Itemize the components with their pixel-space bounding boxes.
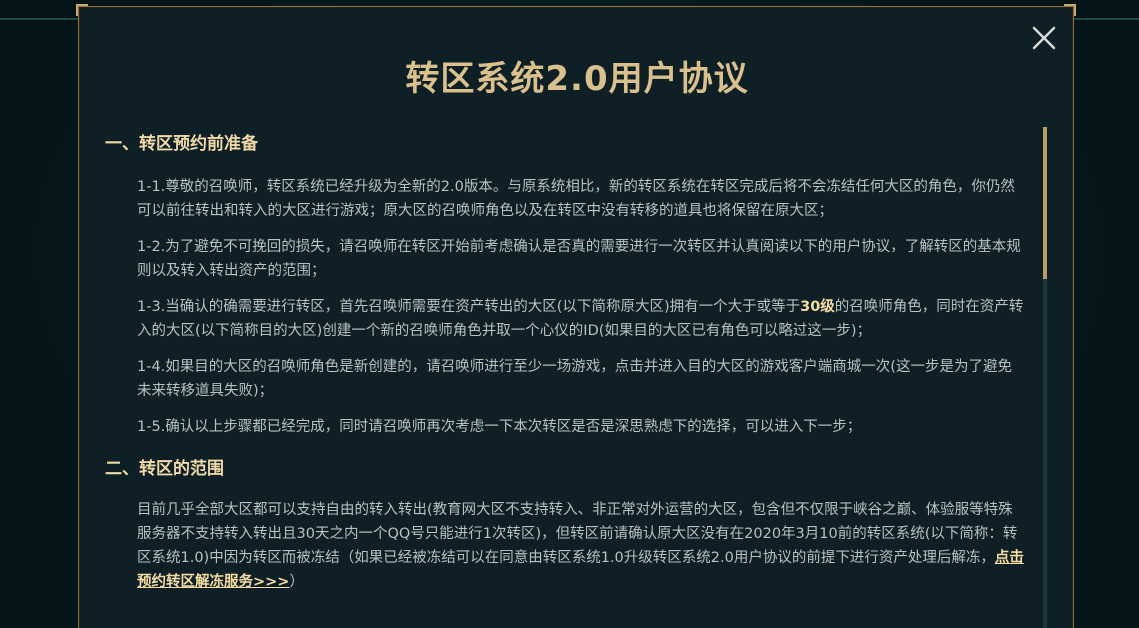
agreement-content[interactable]: 一、转区预约前准备 1-1.尊敬的召唤师，转区系统已经升级为全新的2.0版本。与… — [105, 129, 1025, 628]
paragraph-1-3: 1-3.当确认的确需要进行转区，首先召唤师需要在资产转出的大区(以下简称原大区)… — [105, 295, 1025, 343]
scrollbar-thumb[interactable] — [1043, 127, 1047, 279]
paragraph-1-1: 1-1.尊敬的召唤师，转区系统已经升级为全新的2.0版本。与原系统相比，新的转区… — [137, 179, 1015, 219]
paragraph-1-5: 1-5.确认以上步骤都已经完成，同时请召唤师再次考虑一下本次转区是否是深思熟虑下… — [137, 419, 862, 435]
corner-ornament-left — [76, 4, 88, 16]
paragraph-1-4: 1-4.如果目的大区的召唤师角色是新创建的，请召唤师进行至少一场游戏，点击并进入… — [137, 359, 1012, 399]
corner-ornament-right — [1064, 4, 1076, 16]
agreement-dialog: 转区系统2.0用户协议 一、转区预约前准备 1-1.尊敬的召唤师，转区系统已经升… — [76, 4, 1076, 628]
section-heading-preparation: 一、转区预约前准备 — [105, 134, 258, 154]
section-heading-scope: 二、转区的范围 — [105, 459, 224, 479]
level-requirement-highlight: 30级 — [800, 299, 835, 315]
paragraph-scope: 目前几乎全部大区都可以支持自由的转入转出(教育网大区不支持转入、非正常对外运营的… — [105, 498, 1025, 594]
paragraph-scope-text-after: ） — [289, 574, 304, 590]
paragraph-1-3-text-before: 1-3.当确认的确需要进行转区，首先召唤师需要在资产转出的大区(以下简称原大区)… — [137, 299, 801, 315]
paragraph-scope-text-before: 目前几乎全部大区都可以支持自由的转入转出(教育网大区不支持转入、非正常对外运营的… — [137, 502, 1018, 566]
close-button[interactable] — [1029, 23, 1059, 53]
dialog-title: 转区系统2.0用户协议 — [405, 59, 749, 99]
paragraph-1-2: 1-2.为了避免不可挽回的损失，请召唤师在转区开始前考虑确认是否真的需要进行一次… — [137, 239, 1021, 279]
background-line-right — [1074, 18, 1139, 20]
page-background: 转区系统2.0用户协议 一、转区预约前准备 1-1.尊敬的召唤师，转区系统已经升… — [0, 0, 1139, 628]
close-icon — [1032, 26, 1056, 50]
background-line-left — [0, 18, 78, 20]
scrollbar-track[interactable] — [1043, 127, 1047, 628]
